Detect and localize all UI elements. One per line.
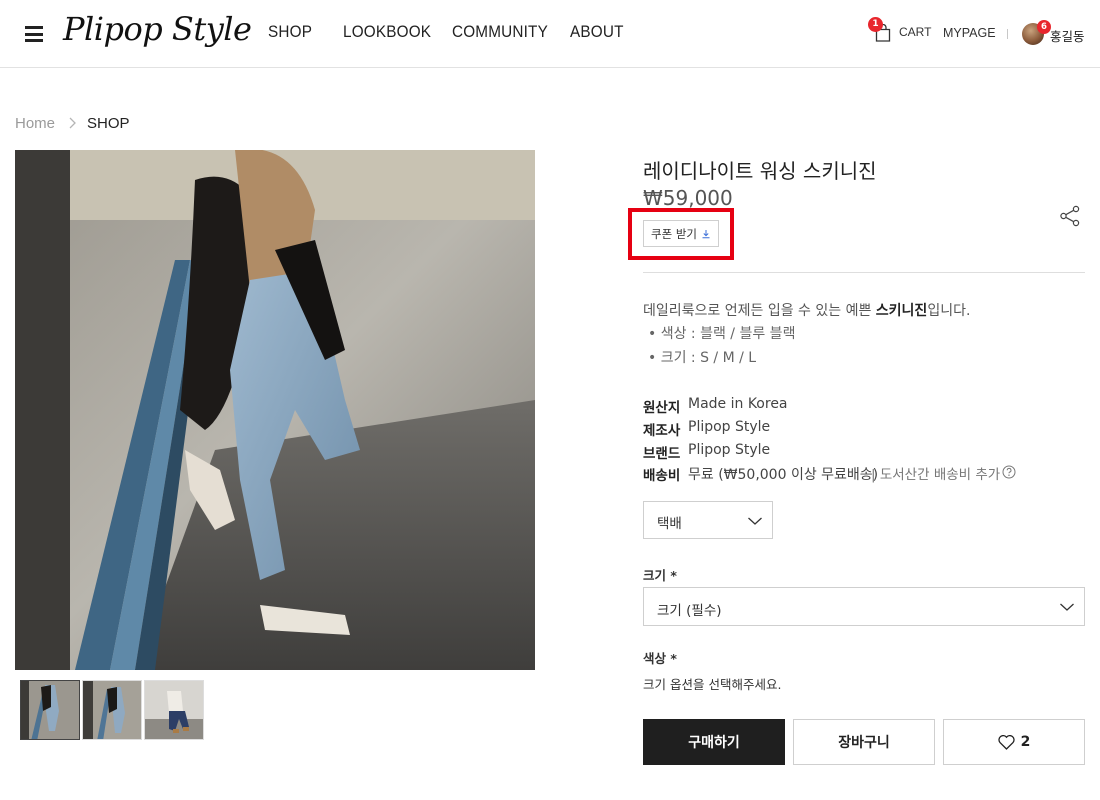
spec-brand-value: Plipop Style xyxy=(688,442,771,458)
product-main-image xyxy=(15,150,535,670)
breadcrumb-home[interactable]: Home xyxy=(15,115,55,132)
spec-maker-value: Plipop Style xyxy=(688,419,771,435)
shipping-method-select[interactable]: 택배 xyxy=(643,501,773,539)
heart-icon xyxy=(998,734,1015,750)
spec-shipping-value: 무료 (₩50,000 이상 무료배송) xyxy=(688,467,879,483)
share-icon[interactable] xyxy=(1059,205,1081,227)
product-price: ₩59,000 xyxy=(643,186,733,210)
add-to-cart-label: 장바구니 xyxy=(838,735,890,751)
chevron-right-icon xyxy=(69,117,76,129)
spec-maker-key: 제조사 xyxy=(643,423,681,439)
description-text: 데일리룩으로 언제든 입을 수 있는 예쁜 xyxy=(643,303,876,319)
chevron-down-icon xyxy=(1060,603,1074,611)
site-logo[interactable]: Plipop Style xyxy=(63,10,252,48)
spec-origin-value: Made in Korea xyxy=(688,396,788,412)
product-title: 레이디나이트 워싱 스키니진 xyxy=(643,159,877,183)
menu-icon[interactable] xyxy=(25,26,43,42)
bullet-size-text: 크기 : S / M / L xyxy=(660,350,757,366)
site-header: Plipop Style SHOP LOOKBOOK COMMUNITY ABO… xyxy=(0,0,1100,68)
like-button[interactable]: 2 xyxy=(943,719,1085,765)
color-hint: 크기 옵션을 선택해주세요. xyxy=(643,677,782,692)
size-label-text: 크기 xyxy=(643,568,667,583)
nav-community[interactable]: COMMUNITY xyxy=(452,22,548,42)
required-mark: * xyxy=(670,568,677,583)
required-mark: * xyxy=(670,651,677,666)
buy-button[interactable]: 구매하기 xyxy=(643,719,785,765)
shipping-method-value: 택배 xyxy=(657,516,682,532)
download-icon xyxy=(702,229,710,238)
chevron-down-icon xyxy=(748,517,762,525)
divider xyxy=(643,272,1085,273)
cart-link[interactable]: CART xyxy=(899,25,931,39)
size-select[interactable]: 크기 (필수) xyxy=(643,587,1085,626)
bullet-item: • 색상 : 블랙 / 블루 블랙 xyxy=(648,326,796,342)
spec-brand-key: 브랜드 xyxy=(643,446,681,462)
notification-badge: 6 xyxy=(1037,20,1051,34)
username[interactable]: 홍길동 xyxy=(1050,26,1085,45)
like-count: 2 xyxy=(1020,734,1031,750)
coupon-button-label: 쿠폰 받기 xyxy=(651,226,697,241)
help-icon[interactable] xyxy=(1002,465,1016,479)
description-highlight: 스키니진 xyxy=(875,303,928,319)
coupon-button[interactable]: 쿠폰 받기 xyxy=(643,220,719,247)
color-label-text: 색상 xyxy=(643,651,667,666)
product-thumbnail[interactable] xyxy=(20,680,80,740)
nav-shop[interactable]: SHOP xyxy=(268,22,312,42)
product-thumbnail[interactable] xyxy=(82,680,142,740)
header-divider xyxy=(1007,29,1008,39)
buy-button-label: 구매하기 xyxy=(688,735,740,751)
description-end: 입니다. xyxy=(927,303,971,319)
mypage-link[interactable]: MYPAGE xyxy=(943,26,996,40)
nav-about[interactable]: ABOUT xyxy=(570,22,624,42)
nav-lookbook[interactable]: LOOKBOOK xyxy=(343,22,431,42)
spec-shipping-key: 배송비 xyxy=(643,468,681,484)
spec-origin-key: 원산지 xyxy=(643,400,681,416)
breadcrumb-current[interactable]: SHOP xyxy=(87,115,130,132)
product-thumbnail[interactable] xyxy=(144,680,204,740)
size-select-value: 크기 (필수) xyxy=(657,603,722,619)
product-description: 데일리룩으로 언제든 입을 수 있는 예쁜 스키니진입니다. xyxy=(643,299,970,323)
shipping-extra: | 도서산간 배송비 추가 xyxy=(871,467,1001,483)
cart-count-badge: 1 xyxy=(868,17,883,32)
bullet-color-text: 색상 : 블랙 / 블루 블랙 xyxy=(660,326,796,342)
color-label: 색상 * xyxy=(643,648,677,667)
bullet-item: • 크기 : S / M / L xyxy=(648,350,757,366)
add-to-cart-button[interactable]: 장바구니 xyxy=(793,719,935,765)
size-label: 크기 * xyxy=(643,565,677,584)
shipping-extra-text: 도서산간 배송비 추가 xyxy=(879,467,1001,483)
